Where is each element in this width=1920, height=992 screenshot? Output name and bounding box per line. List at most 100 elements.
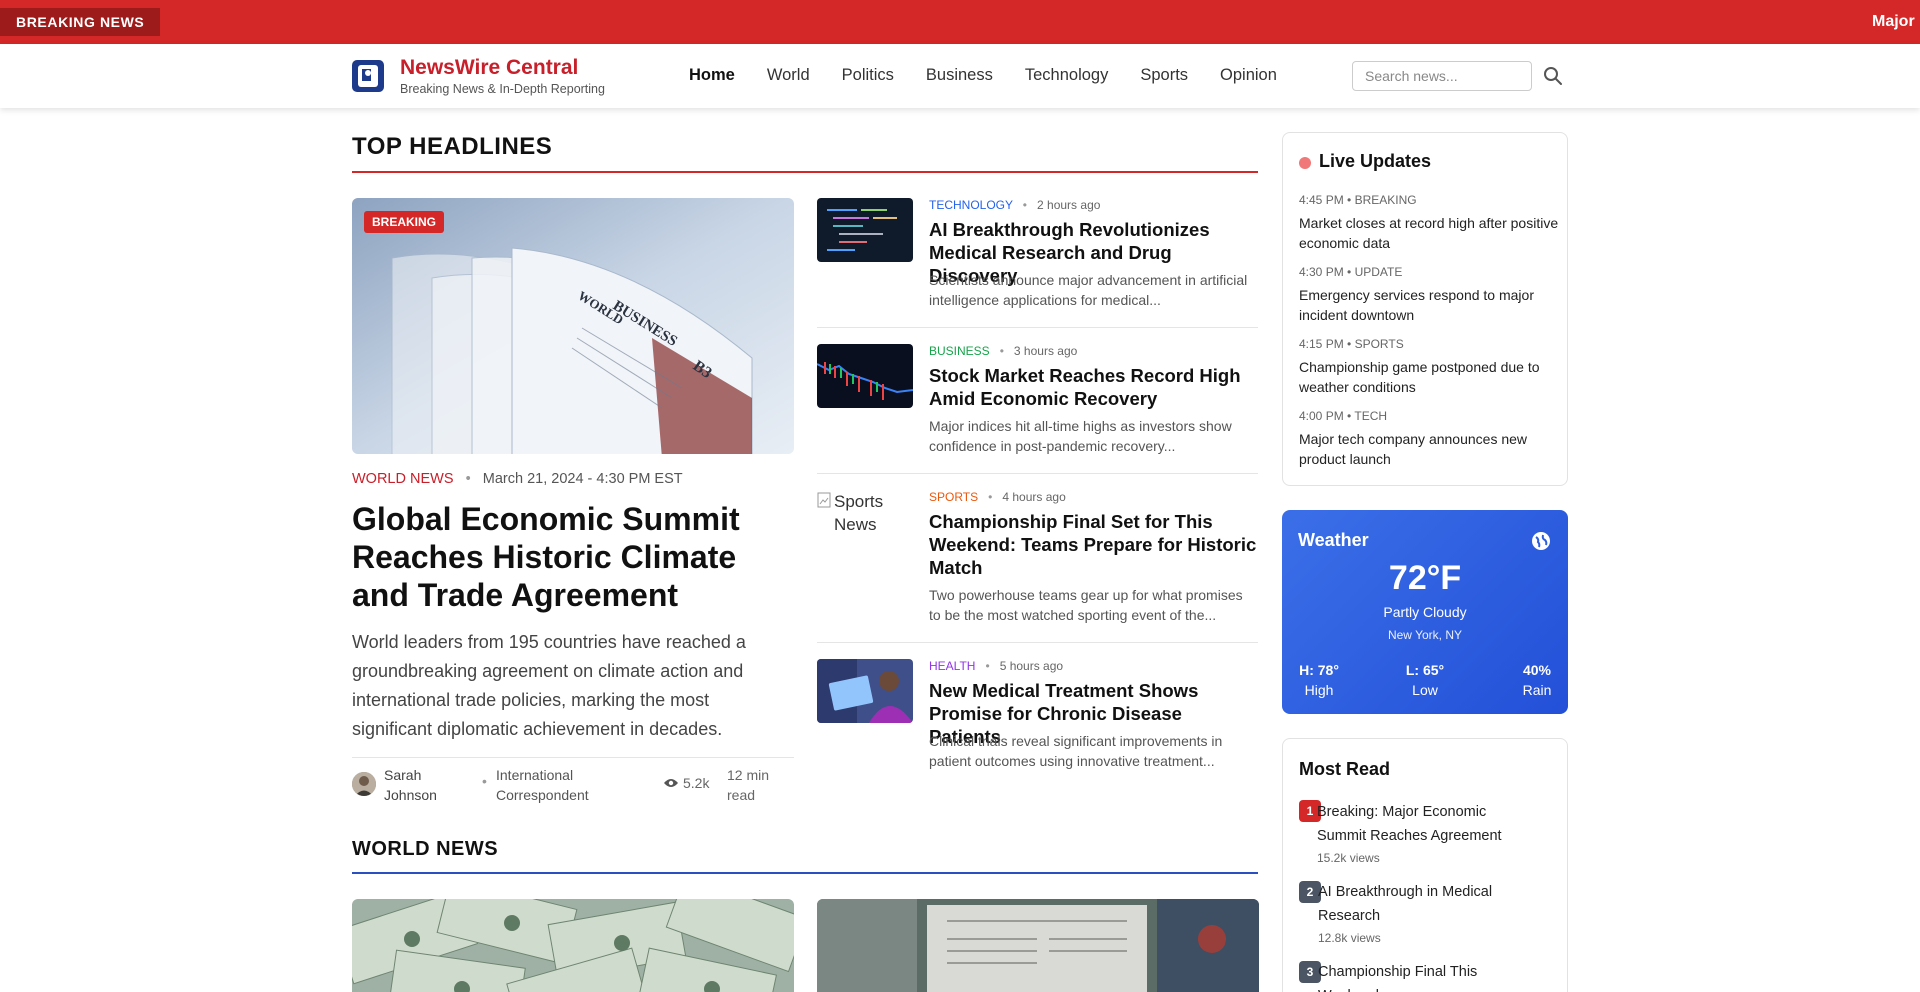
article-description: Scientists announce major advancement in… — [929, 272, 1248, 308]
most-read-link[interactable]: Breaking: Major Economic Summit Reaches … — [1317, 800, 1537, 848]
article-business[interactable]: BUSINESS • 3 hours ago Stock Market Reac… — [817, 344, 1258, 474]
site-logo-icon[interactable] — [352, 60, 384, 92]
most-read-link[interactable]: Championship Final This Weekend — [1318, 960, 1538, 992]
live-update-time: 4:00 PM — [1299, 409, 1344, 423]
article-meta: BUSINESS • 3 hours ago — [929, 344, 1078, 358]
article-divider — [817, 642, 1258, 643]
world-news-rule — [352, 872, 1258, 874]
live-update-item[interactable]: 4:15 PM • SPORTS Championship game postp… — [1299, 335, 1559, 397]
article-title[interactable]: Stock Market Reaches Record High Amid Ec… — [929, 364, 1258, 410]
article-divider — [817, 473, 1258, 474]
feature-views-count: 5.2k — [683, 775, 710, 791]
world-news-image-money[interactable] — [352, 899, 794, 992]
weather-temperature: 72°F — [1388, 559, 1462, 597]
site-name[interactable]: NewsWire Central — [400, 56, 578, 80]
article-description: Major indices hit all-time highs as inve… — [929, 418, 1232, 454]
nav-home[interactable]: Home — [689, 66, 735, 85]
feature-date: March 21, 2024 - 4:30 PM EST — [482, 471, 683, 487]
author-role: International Correspondent — [496, 767, 589, 803]
live-update-item[interactable]: 4:30 PM • UPDATE Emergency services resp… — [1299, 263, 1559, 325]
live-update-tag: SPORTS — [1354, 337, 1404, 351]
weather-location: New York, NY — [1387, 628, 1463, 642]
article-health[interactable]: HEALTH • 5 hours ago New Medical Treatme… — [817, 659, 1258, 774]
live-update-text[interactable]: Market closes at record high after posit… — [1299, 213, 1559, 253]
live-update-text[interactable]: Championship game postponed due to weath… — [1299, 357, 1559, 397]
live-update-tag: BREAKING — [1354, 193, 1417, 207]
article-category[interactable]: TECHNOLOGY — [929, 198, 1013, 212]
feature-breaking-badge: BREAKING — [364, 211, 445, 233]
nav-world[interactable]: World — [767, 66, 810, 85]
weather-rain-label: Rain — [1522, 682, 1552, 698]
top-headlines-title: TOP HEADLINES — [352, 133, 553, 160]
search-icon[interactable] — [1542, 65, 1564, 87]
ticker-text[interactable]: Major E — [1872, 0, 1920, 44]
weather-high: H: 78° High — [1284, 660, 1354, 700]
weather-widget: Weather 72°F Partly Cloudy New York, NY … — [1282, 510, 1568, 714]
most-read-views: 15.2k views — [1317, 851, 1380, 865]
feature-meta: WORLD NEWS • March 21, 2024 - 4:30 PM ES… — [352, 471, 683, 487]
article-description: Two powerhouse teams gear up for what pr… — [929, 587, 1243, 623]
weather-low: L: 65° Low — [1390, 660, 1460, 700]
world-news-image-newspaper[interactable] — [817, 899, 1259, 992]
nav-business[interactable]: Business — [926, 66, 993, 85]
world-news-title: WORLD NEWS — [352, 838, 499, 860]
article-category[interactable]: BUSINESS — [929, 344, 990, 358]
article-category[interactable]: SPORTS — [929, 490, 978, 504]
weather-title: Weather — [1298, 530, 1369, 550]
most-read-card: Most Read 1 Breaking: Major Economic Sum… — [1282, 738, 1568, 992]
feature-views: 5.2k — [663, 775, 709, 791]
broken-image-thumbnail[interactable]: Sports News — [817, 490, 913, 554]
article-sports[interactable]: Sports News SPORTS • 4 hours ago Champio… — [817, 490, 1258, 643]
weather-condition: Partly Cloudy — [1383, 604, 1467, 620]
article-time: 5 hours ago — [999, 659, 1064, 673]
live-update-item[interactable]: 4:00 PM • TECH Major tech company announ… — [1299, 407, 1559, 469]
live-update-tag: TECH — [1354, 409, 1388, 423]
globe-icon — [1530, 530, 1552, 552]
feature-category[interactable]: WORLD NEWS — [352, 471, 454, 487]
feature-read-time: 12 min read — [727, 767, 770, 803]
site-tagline: Breaking News & In-Depth Reporting — [400, 82, 605, 96]
nav-politics[interactable]: Politics — [842, 66, 894, 85]
article-description: Clinical trials reveal significant impro… — [929, 733, 1223, 769]
article-thumbnail[interactable] — [817, 344, 913, 408]
article-time: 4 hours ago — [1002, 490, 1066, 504]
live-update-item[interactable]: 4:45 PM • BREAKING Market closes at reco… — [1299, 191, 1559, 253]
live-update-text[interactable]: Major tech company announces new product… — [1299, 429, 1559, 469]
feature-title[interactable]: Global Economic Summit Reaches Historic … — [352, 500, 794, 614]
live-update-time: 4:30 PM — [1299, 265, 1344, 279]
article-time: 3 hours ago — [1013, 344, 1078, 358]
article-title[interactable]: Championship Final Set for This Weekend:… — [929, 510, 1258, 579]
weather-low-value: L: 65° — [1405, 662, 1445, 678]
breaking-news-badge: BREAKING NEWS — [0, 8, 160, 36]
article-thumbnail[interactable] — [817, 198, 913, 262]
article-time: 2 hours ago — [1037, 198, 1101, 212]
most-read-link[interactable]: AI Breakthrough in Medical Research — [1318, 880, 1538, 928]
live-updates-card: Live Updates 4:45 PM • BREAKING Market c… — [1282, 132, 1568, 486]
feature-divider — [352, 757, 794, 758]
article-meta: HEALTH • 5 hours ago — [929, 659, 1064, 673]
top-headlines-rule — [352, 171, 1258, 173]
nav-technology[interactable]: Technology — [1025, 66, 1108, 85]
nav-sports[interactable]: Sports — [1140, 66, 1188, 85]
author-avatar — [352, 772, 376, 796]
weather-high-value: H: 78° — [1299, 662, 1339, 678]
nav-opinion[interactable]: Opinion — [1220, 66, 1277, 85]
main-nav: Home World Politics Business Technology … — [689, 66, 1309, 85]
weather-high-label: High — [1304, 682, 1334, 698]
weather-rain: 40% Rain — [1502, 660, 1572, 700]
eye-icon — [664, 779, 678, 787]
search-input[interactable] — [1352, 61, 1532, 91]
most-read-title: Most Read — [1299, 759, 1391, 779]
article-category[interactable]: HEALTH — [929, 659, 975, 673]
article-thumbnail[interactable] — [817, 659, 913, 723]
feature-summary: World leaders from 195 countries have re… — [352, 632, 746, 739]
live-update-text[interactable]: Emergency services respond to major inci… — [1299, 285, 1559, 325]
live-indicator-icon — [1299, 157, 1311, 169]
article-technology[interactable]: TECHNOLOGY • 2 hours ago AI Breakthrough… — [817, 198, 1258, 328]
article-divider — [817, 327, 1258, 328]
author-separator: • — [482, 773, 487, 789]
author-name[interactable]: Sarah Johnson — [384, 765, 454, 805]
breaking-ticker: BREAKING NEWS Major E — [0, 0, 1920, 44]
article-meta: TECHNOLOGY • 2 hours ago — [929, 198, 1101, 212]
feature-image[interactable]: WORLD BUSINESS B3 BREAKING — [352, 198, 794, 454]
